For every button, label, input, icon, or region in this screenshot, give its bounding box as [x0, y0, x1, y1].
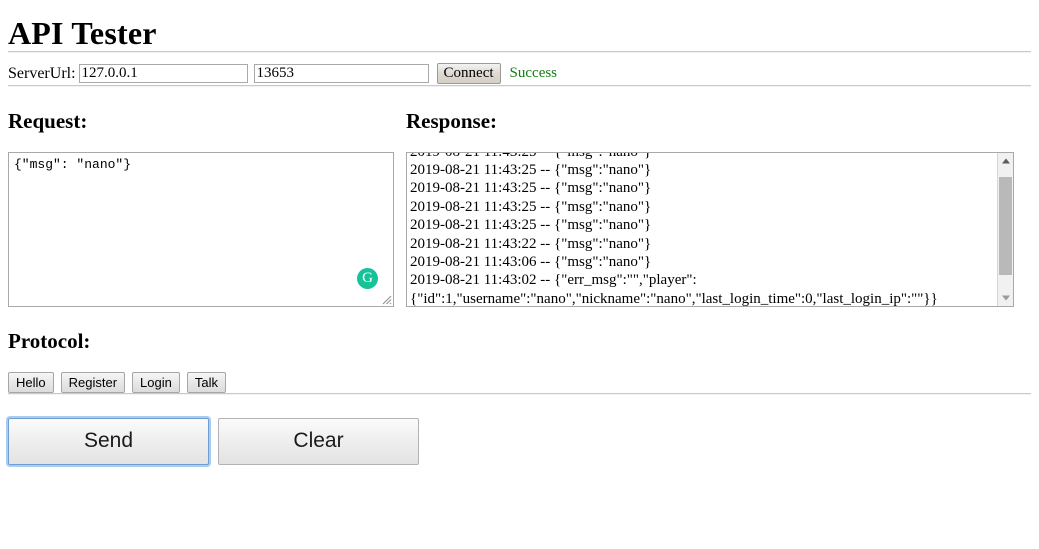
- response-box-wrap: 2019-08-21 11:43:25 -- {"msg":"nano"} 201…: [406, 151, 1014, 307]
- clear-button[interactable]: Clear: [218, 417, 419, 465]
- divider-under-server: [8, 84, 1031, 87]
- server-url-label: ServerUrl:: [8, 64, 76, 82]
- scroll-down-arrow-icon[interactable]: [998, 289, 1013, 306]
- response-log-line: 2019-08-21 11:43:02 -- {"err_msg":"","pl…: [410, 272, 697, 289]
- send-button[interactable]: Send: [8, 417, 209, 465]
- protocol-button-register[interactable]: Register: [60, 371, 126, 393]
- protocol-heading: Protocol:: [8, 328, 91, 353]
- connect-button[interactable]: Connect: [436, 63, 501, 85]
- response-log-line: 2019-08-21 11:43:06 -- {"msg":"nano"}: [410, 253, 652, 270]
- connection-status-text: Success: [509, 65, 558, 82]
- grammarly-icon[interactable]: G: [357, 267, 378, 289]
- protocol-button-talk[interactable]: Talk: [186, 371, 226, 393]
- response-log-line: 2019-08-21 11:43:25 -- {"msg":"nano"}: [410, 217, 652, 234]
- protocol-button-hello[interactable]: Hello: [8, 371, 54, 393]
- scrollbar-thumb[interactable]: [999, 176, 1012, 275]
- response-heading: Response:: [406, 108, 498, 133]
- divider-above-actions: [8, 392, 1031, 395]
- protocol-button-row: Hello Register Login Talk: [8, 371, 1031, 393]
- request-box-wrap: G: [8, 151, 394, 307]
- server-host-input[interactable]: [78, 64, 248, 84]
- action-button-row: Send Clear: [8, 417, 1031, 465]
- scroll-up-arrow-icon[interactable]: [998, 152, 1013, 169]
- request-textarea[interactable]: [8, 151, 394, 307]
- response-log-line: {"id":1,"username":"nano","nickname":"na…: [410, 290, 938, 306]
- request-panel: Request: G: [8, 108, 394, 307]
- response-scroll-viewport: 2019-08-21 11:43:25 -- {"msg":"nano"} 201…: [407, 153, 997, 306]
- request-response-panels: Request: G Response: 2019-08-21 11:43:25…: [8, 108, 1031, 317]
- response-log-line: 2019-08-21 11:43:25 -- {"msg":"nano"}: [410, 180, 652, 197]
- response-panel: Response: 2019-08-21 11:43:25 -- {"msg":…: [406, 108, 1014, 307]
- response-log-line: 2019-08-21 11:43:25 -- {"msg":"nano"}: [410, 161, 652, 178]
- page-title: API Tester: [8, 15, 157, 51]
- response-log-line: 2019-08-21 11:43:25 -- {"msg":"nano"}: [410, 153, 994, 161]
- server-port-input[interactable]: [253, 64, 429, 84]
- response-log-lines: 2019-08-21 11:43:25 -- {"msg":"nano"} 201…: [407, 153, 997, 306]
- response-log-line: 2019-08-21 11:43:22 -- {"msg":"nano"}: [410, 235, 652, 252]
- protocol-button-login[interactable]: Login: [132, 371, 180, 393]
- response-log-line: 2019-08-21 11:43:25 -- {"msg":"nano"}: [410, 198, 652, 215]
- response-output-box[interactable]: 2019-08-21 11:43:25 -- {"msg":"nano"} 201…: [406, 151, 1014, 307]
- server-connection-row: ServerUrl: Connect Success: [8, 63, 1031, 85]
- request-heading: Request:: [8, 108, 88, 133]
- page-root: API Tester ServerUrl: Connect Success Re…: [0, 15, 1039, 465]
- response-scrollbar[interactable]: [997, 152, 1013, 306]
- divider-top: [8, 50, 1031, 53]
